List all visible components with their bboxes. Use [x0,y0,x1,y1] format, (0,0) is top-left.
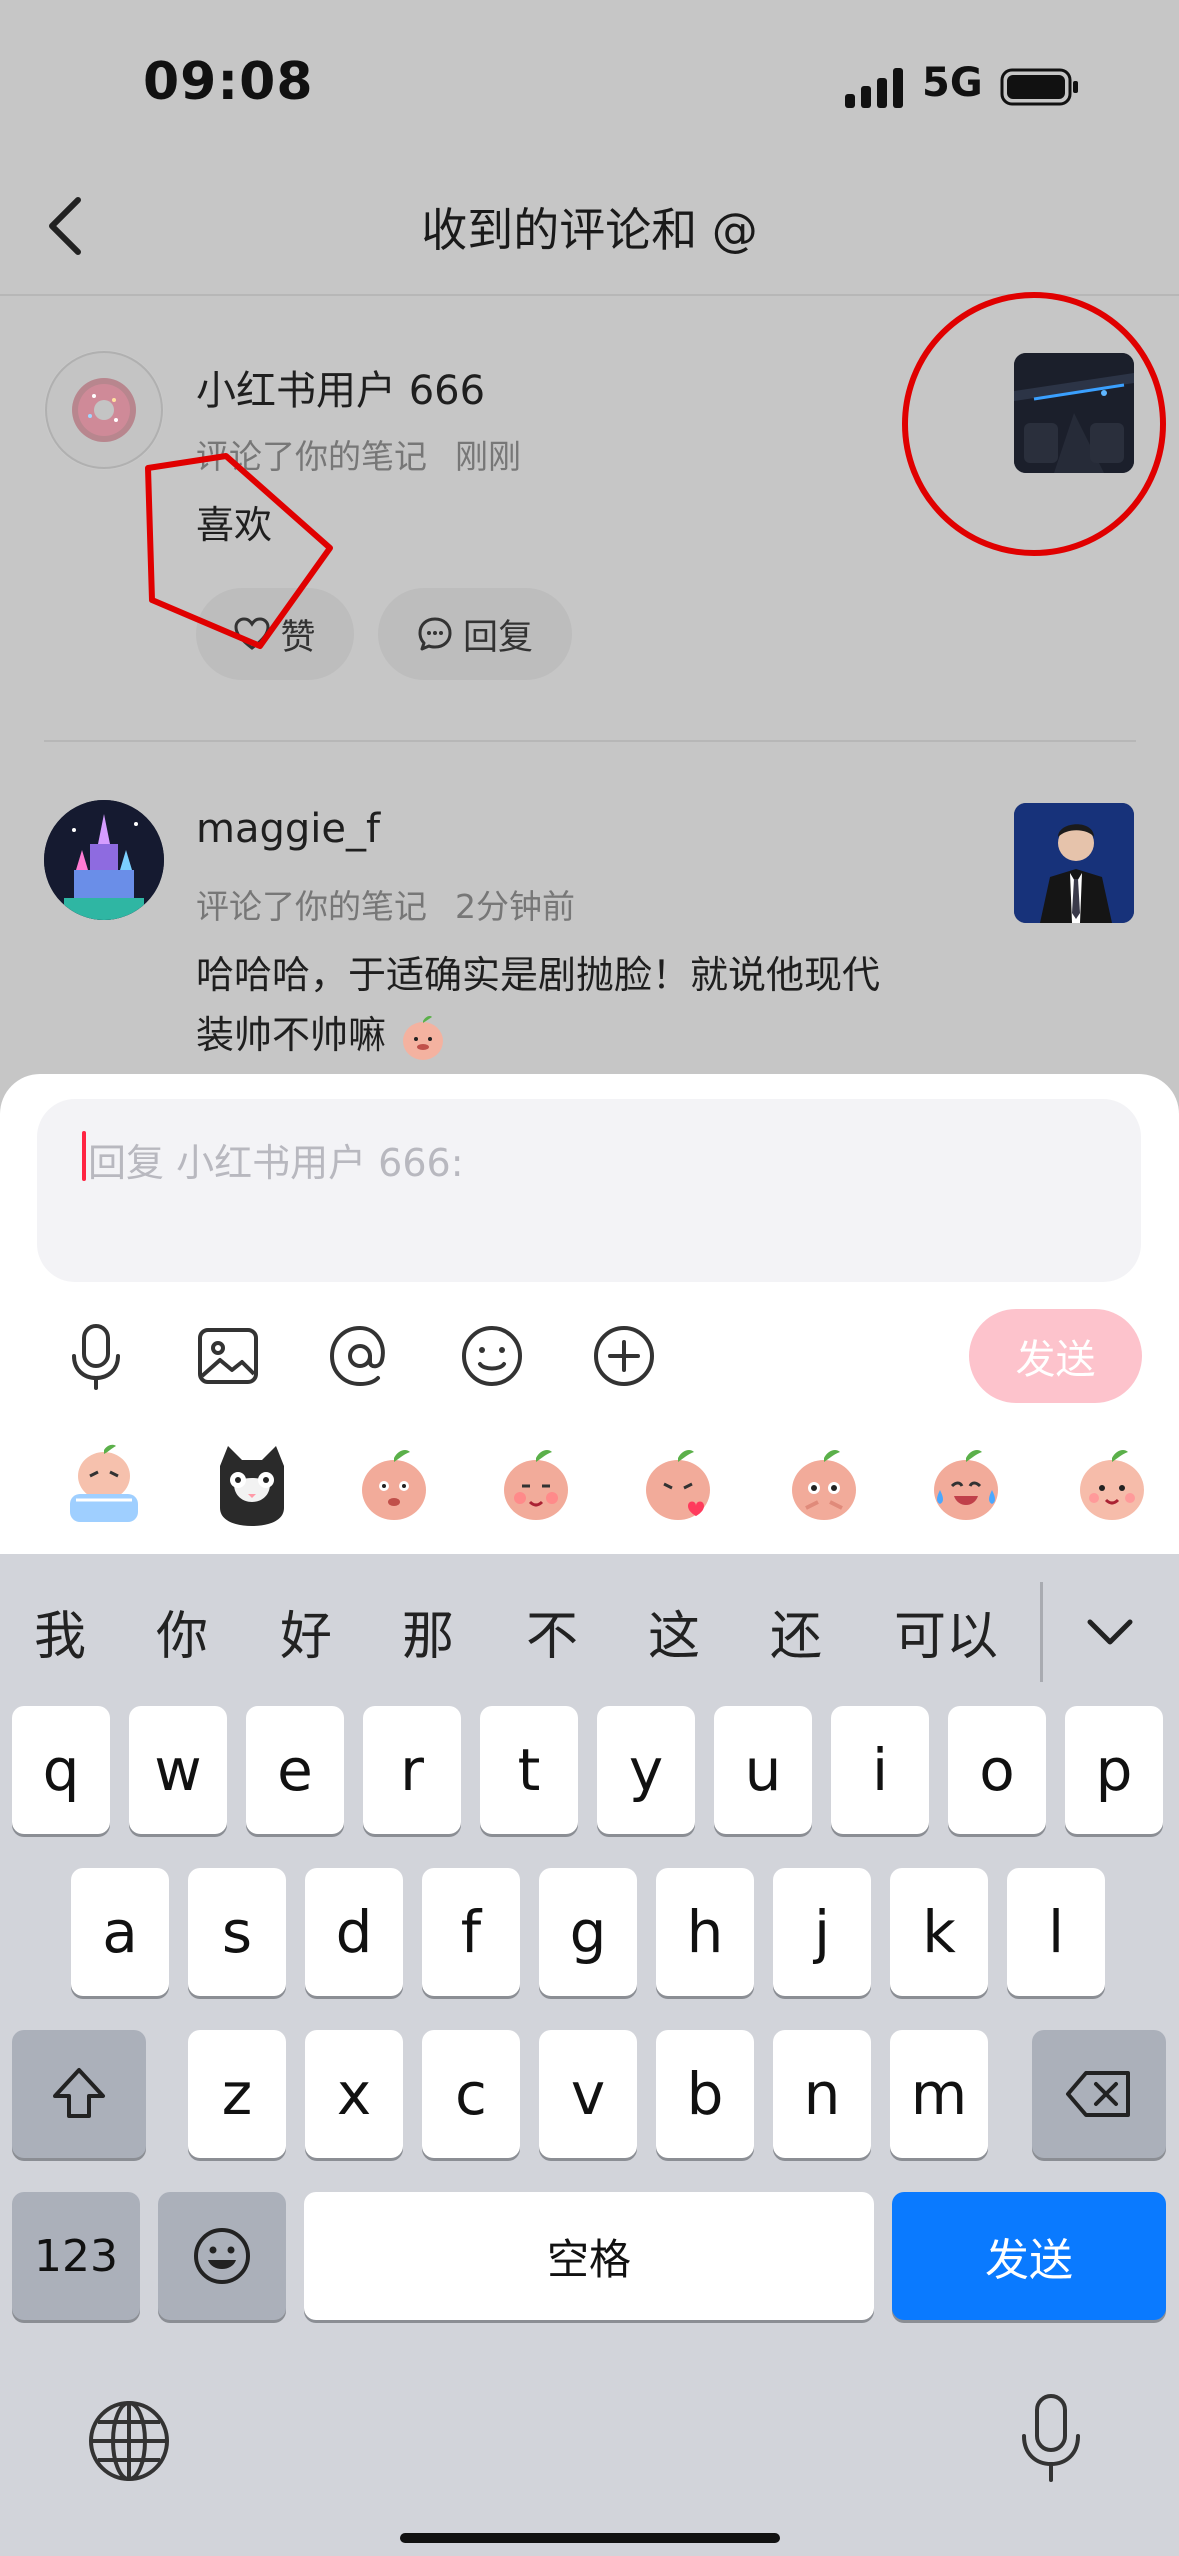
key-q[interactable]: q [12,1706,110,1834]
key-m[interactable]: m [890,2030,988,2158]
page-title: 收到的评论和 @ [421,203,758,257]
avatar-user2[interactable] [44,800,164,920]
battery-icon [1000,68,1078,106]
keyboard-send-key[interactable]: 发送 [892,2192,1166,2320]
reply-placeholder: 回复 小红书用户 666: [88,1141,464,1185]
chat-bubble-icon [418,617,452,651]
man-in-suit-image [1014,803,1134,923]
candidate-word[interactable]: 我 [34,1594,86,1669]
backspace-icon [1066,2071,1130,2117]
shift-key[interactable] [12,2030,146,2158]
chevron-down-icon[interactable] [1080,1602,1140,1662]
status-time: 09:08 [143,52,314,112]
candidate-word[interactable]: 可以 [894,1594,998,1669]
key-i[interactable]: i [831,1706,929,1834]
key-g[interactable]: g [539,1868,637,1996]
sticker-peach-kiss[interactable] [630,1436,726,1532]
key-d[interactable]: d [305,1868,403,1996]
shift-icon [53,2068,105,2118]
comment-author[interactable]: 小红书用户 666 [196,358,485,416]
image-icon[interactable] [188,1316,268,1396]
reply-button[interactable]: 回复 [378,588,572,680]
send-button[interactable]: 发送 [969,1309,1142,1403]
key-h[interactable]: h [656,1868,754,1996]
key-p[interactable]: p [1065,1706,1163,1834]
red-circle-annotation [902,292,1166,556]
candidate-word[interactable]: 你 [156,1594,208,1669]
dictation-mic-icon[interactable] [1006,2388,1096,2488]
key-a[interactable]: a [71,1868,169,1996]
peach-sticker-icon [403,1015,444,1060]
sticker-peach-thinking[interactable] [346,1436,442,1532]
emoji-key[interactable] [158,2192,286,2320]
emoji-icon[interactable] [452,1316,532,1396]
key-o[interactable]: o [948,1706,1046,1834]
key-j[interactable]: j [773,1868,871,1996]
castle-avatar-icon [44,800,164,920]
key-n[interactable]: n [773,2030,871,2158]
text-caret [82,1131,86,1181]
comment-text-line2-content: 装帅不帅嘛 [196,1013,387,1057]
key-c[interactable]: c [422,2030,520,2158]
candidate-word[interactable]: 这 [648,1594,700,1669]
key-w[interactable]: w [129,1706,227,1834]
note-thumbnail-2[interactable] [1014,803,1134,923]
key-x[interactable]: x [305,2030,403,2158]
globe-icon[interactable] [84,2396,174,2486]
mic-icon[interactable] [56,1316,136,1396]
key-l[interactable]: l [1007,1868,1105,1996]
comment-time: 2分钟前 [455,887,575,926]
plus-icon[interactable] [584,1316,664,1396]
signal-icon [845,68,903,108]
candidate-word[interactable]: 不 [526,1594,578,1669]
candidate-word[interactable]: 好 [280,1594,332,1669]
comment-text-line1: 哈哈哈，于适确实是剧抛脸！就说他现代 [196,953,881,997]
key-e[interactable]: e [246,1706,344,1834]
candidate-word[interactable]: 那 [402,1594,454,1669]
key-k[interactable]: k [890,1868,988,1996]
key-z[interactable]: z [188,2030,286,2158]
at-icon[interactable] [320,1316,400,1396]
delete-key[interactable] [1032,2030,1166,2158]
key-s[interactable]: s [188,1868,286,1996]
candidate-word[interactable]: 还 [770,1594,822,1669]
key-r[interactable]: r [363,1706,461,1834]
sticker-cat[interactable] [204,1436,300,1532]
sticker-peach-blush[interactable] [488,1436,584,1532]
key-f[interactable]: f [422,1868,520,1996]
key-b[interactable]: b [656,2030,754,2158]
comment-time: 刚刚 [455,437,521,476]
emoji-icon [194,2228,250,2284]
candidate-separator [1040,1582,1043,1682]
comment-divider [44,740,1136,742]
sticker-peach-laughing-tears[interactable] [918,1436,1014,1532]
sticker-crying-bath[interactable] [56,1436,152,1532]
key-v[interactable]: v [539,2030,637,2158]
reply-input[interactable] [37,1099,1141,1282]
key-u[interactable]: u [714,1706,812,1834]
comment-meta: 评论了你的笔记 2分钟前 [196,880,603,928]
red-pentagon-annotation [145,453,333,649]
network-label: 5G [922,60,983,106]
key-t[interactable]: t [480,1706,578,1834]
reply-label: 回复 [462,617,533,658]
comment-author[interactable]: maggie_f [196,806,380,852]
numbers-key[interactable]: 123 [12,2192,140,2320]
comment-action: 评论了你的笔记 [196,887,427,926]
sticker-peach-smile[interactable] [1064,1436,1160,1532]
comment-text-line2: 装帅不帅嘛 [196,1004,448,1066]
space-key[interactable]: 空格 [304,2192,874,2320]
sticker-peach-pleading[interactable] [776,1436,872,1532]
key-y[interactable]: y [597,1706,695,1834]
home-indicator [400,2533,780,2543]
